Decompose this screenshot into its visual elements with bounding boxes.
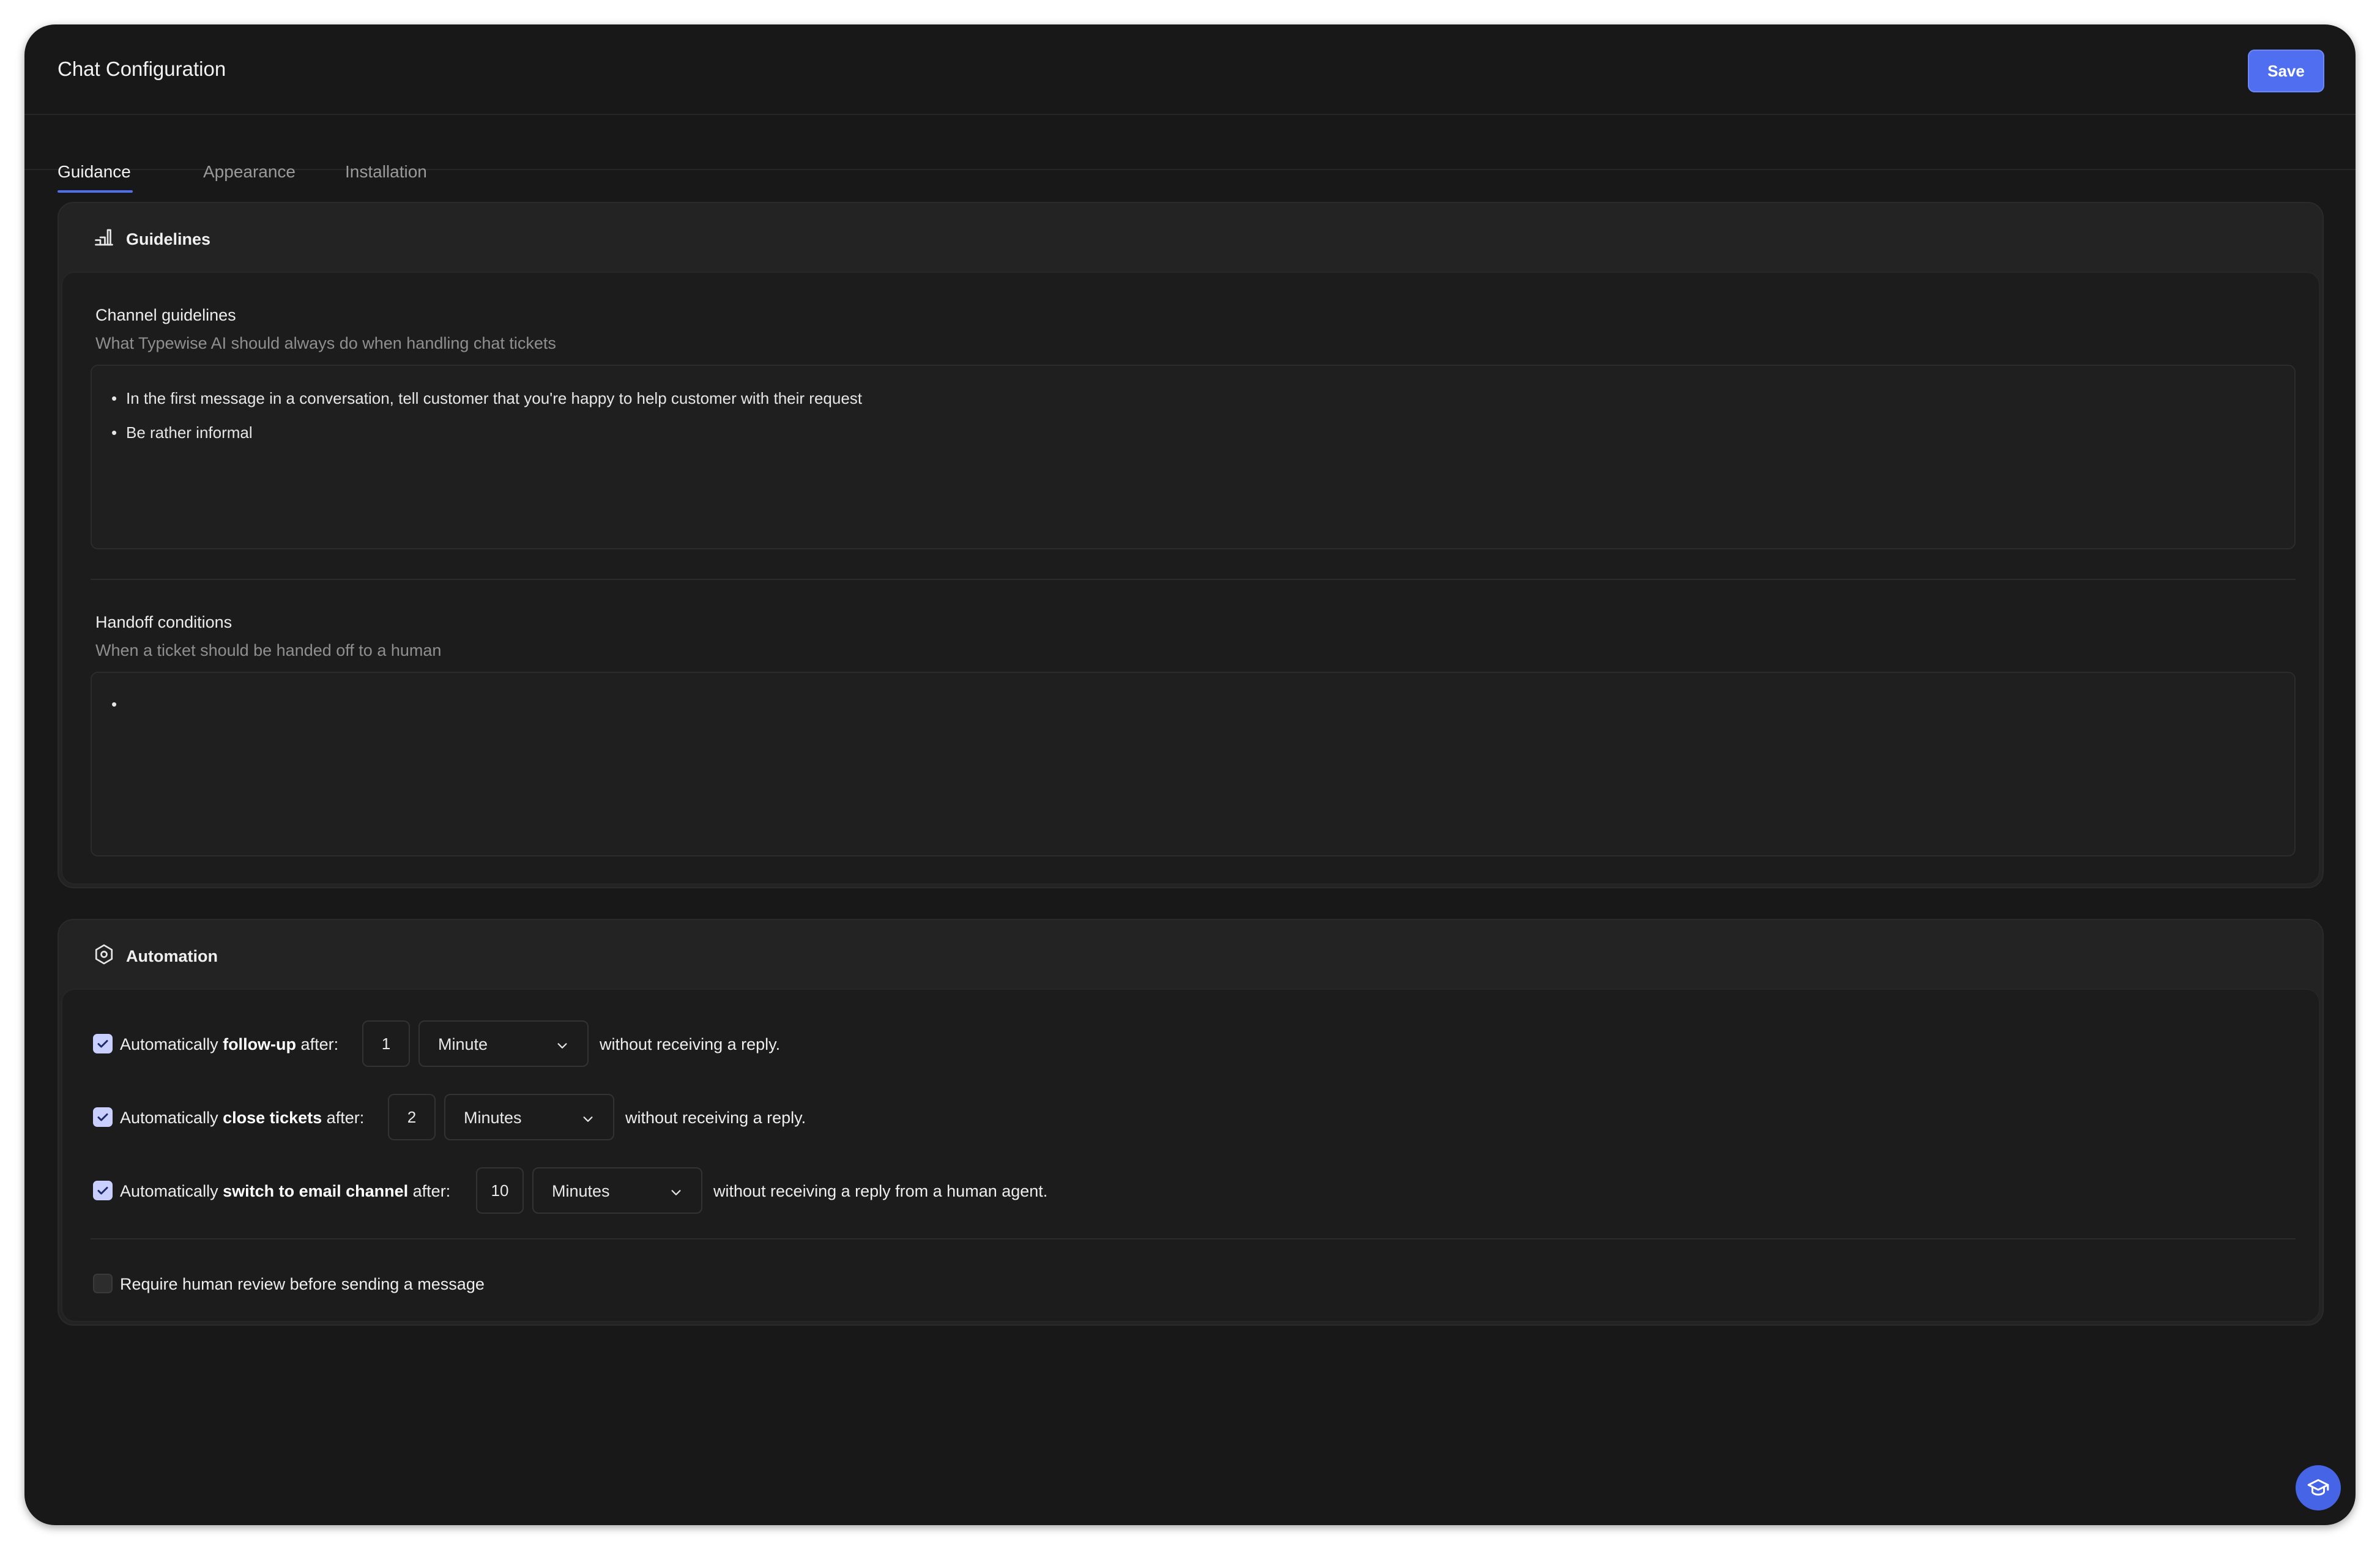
human-review-label: Require human review before sending a me… (120, 1275, 485, 1293)
switch-channel-tail: without receiving a reply from a human a… (713, 1182, 1048, 1200)
graduation-cap-icon (2307, 1479, 2329, 1496)
check-icon (97, 1113, 108, 1121)
followup-checkbox[interactable] (93, 1034, 113, 1053)
tab-guidance[interactable]: Guidance (58, 162, 131, 182)
page-header: Chat Configuration Save (24, 24, 2356, 115)
switch-channel-rule: Automatically switch to email channel af… (62, 1166, 2319, 1215)
handoff-conditions-editor[interactable]: • (91, 672, 2296, 856)
channel-guidelines-editor[interactable]: • In the first message in a conversation,… (91, 365, 2296, 549)
followup-label: Automatically follow-up after: (120, 1035, 339, 1053)
guidelines-card-header: Guidelines (59, 203, 2322, 272)
hexagon-settings-icon (95, 944, 113, 965)
guidelines-card: Guidelines Channel guidelines What Typew… (58, 202, 2324, 888)
human-review-checkbox[interactable] (93, 1274, 113, 1293)
check-icon (97, 1187, 108, 1195)
section-divider (91, 1238, 2296, 1239)
close-tickets-value-input[interactable]: 2 (388, 1094, 436, 1140)
stairs-icon (95, 229, 113, 246)
check-icon (97, 1040, 108, 1048)
section-divider (91, 579, 2296, 580)
list-item: • Be rather informal (111, 423, 253, 442)
close-tickets-checkbox[interactable] (93, 1107, 113, 1127)
channel-guidelines-description: What Typewise AI should always do when h… (95, 334, 556, 352)
followup-rule: Automatically follow-up after: 1 Minute … (62, 1019, 2319, 1068)
human-review-rule: Require human review before sending a me… (62, 1259, 2319, 1308)
guidelines-title: Guidelines (126, 230, 211, 248)
help-button[interactable] (2296, 1465, 2341, 1510)
automation-card: Automation Automatically follow-up after… (58, 919, 2324, 1326)
switch-channel-checkbox[interactable] (93, 1181, 113, 1200)
close-tickets-rule: Automatically close tickets after: 2 Min… (62, 1093, 2319, 1142)
followup-value-input[interactable]: 1 (362, 1020, 410, 1067)
app-window: Chat Configuration Save Guidance Appeara… (24, 24, 2356, 1525)
active-tab-indicator (58, 190, 133, 193)
channel-guidelines-label: Channel guidelines (95, 306, 236, 324)
automation-card-header: Automation (59, 920, 2322, 989)
tab-bar: Guidance Appearance Installation (24, 115, 2356, 193)
switch-channel-value-input[interactable]: 10 (476, 1167, 524, 1214)
page-title: Chat Configuration (58, 58, 226, 80)
list-item: • In the first message in a conversation,… (111, 389, 863, 407)
tab-installation[interactable]: Installation (345, 162, 427, 182)
chevron-down-icon (671, 1190, 681, 1195)
close-tickets-label: Automatically close tickets after: (120, 1109, 365, 1127)
guidelines-body: Channel guidelines What Typewise AI shou… (61, 272, 2320, 885)
automation-body: Automatically follow-up after: 1 Minute … (61, 989, 2320, 1322)
automation-title: Automation (126, 947, 218, 965)
tab-appearance[interactable]: Appearance (203, 162, 296, 182)
handoff-conditions-description: When a ticket should be handed off to a … (95, 641, 442, 659)
followup-unit-select[interactable]: Minute (418, 1020, 589, 1067)
switch-channel-label: Automatically switch to email channel af… (120, 1182, 451, 1200)
chevron-down-icon (557, 1043, 567, 1049)
close-tickets-unit-select[interactable]: Minutes (444, 1094, 614, 1140)
handoff-conditions-label: Handoff conditions (95, 613, 232, 631)
chevron-down-icon (583, 1116, 593, 1122)
save-button[interactable]: Save (2248, 50, 2324, 92)
followup-tail: without receiving a reply. (600, 1035, 781, 1053)
switch-channel-unit-select[interactable]: Minutes (532, 1167, 702, 1214)
close-tickets-tail: without receiving a reply. (625, 1109, 806, 1127)
